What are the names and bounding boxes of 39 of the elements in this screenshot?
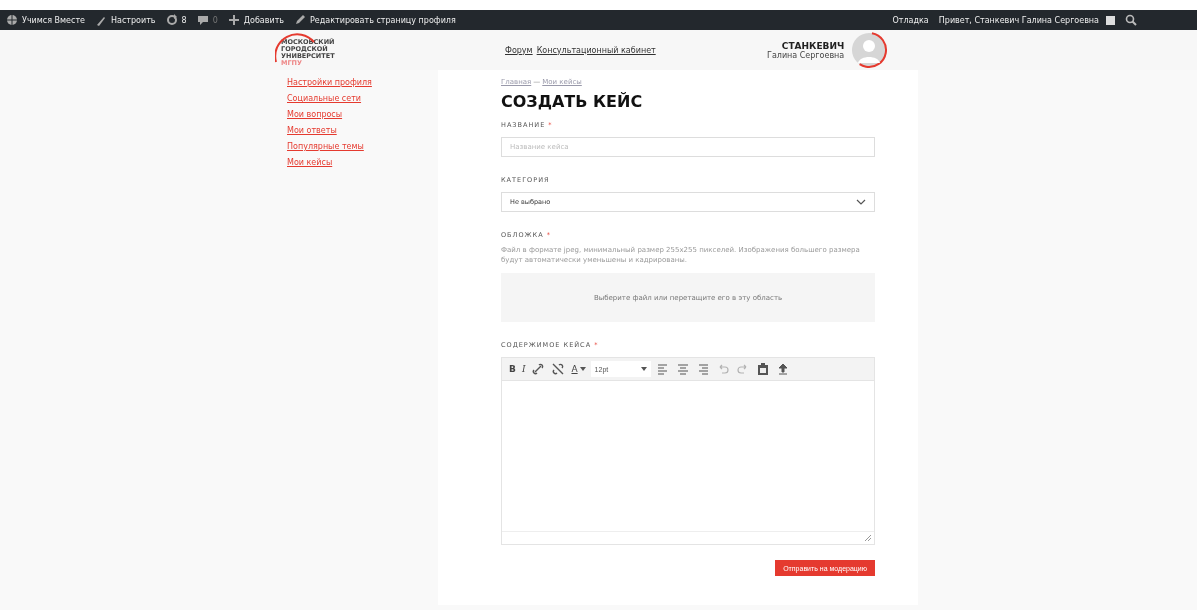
pencil-icon [294,14,306,26]
italic-button[interactable]: I [520,364,527,374]
sidebar-link[interactable]: Социальные сети [287,94,362,103]
unlink-icon [551,362,566,376]
chevron-icon [856,199,866,205]
user-surname: СТАНКЕВИЧ [780,40,845,51]
page-title: СОЗДАТЬ КЕЙС [501,92,644,111]
brush-icon [95,14,107,26]
user-name: Галина Сергоевна [767,50,845,60]
search-icon [1125,14,1137,26]
toolbar-link[interactable]: Учимся Вместе [6,14,85,26]
comment-icon [196,14,209,26]
text-color-button[interactable]: A [570,364,587,374]
sidebar-link[interactable]: Популярные темы [287,142,364,151]
globe-icon [6,14,18,26]
avatar-icon [1106,15,1115,25]
account-link[interactable]: Привет, Станкевич Галина Сергоевна [938,15,1115,25]
link-icon [531,362,546,376]
clipboard-icon [755,362,770,376]
align-left-icon [655,362,670,376]
sidebar-link[interactable]: Мои вопросы [287,110,343,119]
sidebar-link[interactable]: Мои ответы [287,126,337,135]
refresh-icon [165,14,178,26]
toolbar-link[interactable]: Отладка [892,15,929,25]
caret-icon [640,367,647,371]
toolbar-link[interactable]: Добавить [227,14,284,26]
align-center-icon [675,362,690,376]
search-button[interactable] [1125,14,1137,26]
plus-icon [227,14,240,26]
sidebar-link[interactable]: Мои кейсы [287,158,333,167]
resize-handle-icon [865,535,871,541]
toolbar-link[interactable]: Редактировать страницу профиля [294,14,456,26]
nav-link[interactable]: Форум [505,45,533,55]
caret-icon [579,367,586,371]
nav-link[interactable]: Консультационный кабинет [536,45,656,55]
bold-button[interactable]: B [508,364,517,374]
toolbar-link[interactable]: Настроить [95,14,156,26]
toolbar-link[interactable]: 8 [165,14,187,26]
sidebar-link[interactable]: Настройки профиля [287,78,372,87]
